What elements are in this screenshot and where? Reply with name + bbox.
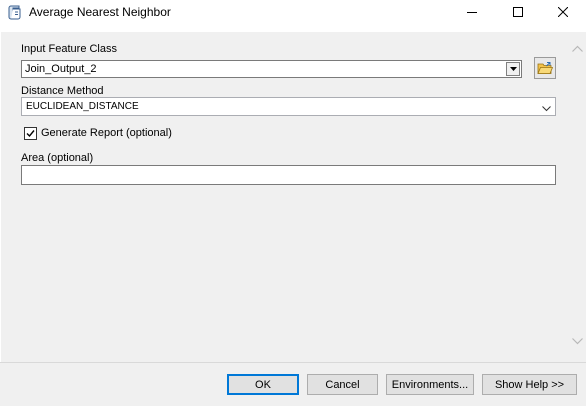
browse-button[interactable] <box>534 57 556 79</box>
generate-report-checkbox[interactable] <box>24 126 37 140</box>
environments-button[interactable]: Environments... <box>386 374 474 395</box>
close-icon <box>558 7 568 17</box>
show-help-button[interactable]: Show Help >> <box>482 374 577 395</box>
scroll-down-icon[interactable] <box>572 334 583 348</box>
checkmark-icon <box>26 129 35 137</box>
minimize-button[interactable] <box>449 0 495 24</box>
scroll-up-icon[interactable] <box>572 42 583 56</box>
close-button[interactable] <box>540 0 586 24</box>
area-input[interactable] <box>21 165 556 185</box>
generate-report-row[interactable]: Generate Report (optional) <box>24 125 172 141</box>
generate-report-label: Generate Report (optional) <box>41 127 172 139</box>
cancel-button[interactable]: Cancel <box>307 374 378 395</box>
input-feature-class-combo[interactable]: Join_Output_2 <box>21 60 522 78</box>
chevron-down-icon <box>542 102 551 116</box>
script-tool-icon <box>7 4 23 20</box>
open-folder-icon <box>537 62 553 74</box>
input-feature-class-value: Join_Output_2 <box>25 63 97 75</box>
dropdown-arrow-icon[interactable] <box>506 62 520 76</box>
distance-method-label: Distance Method <box>21 85 104 97</box>
parameters-panel <box>1 32 569 362</box>
distance-method-value: EUCLIDEAN_DISTANCE <box>26 101 139 112</box>
minimize-icon <box>467 12 477 13</box>
vertical-scrollbar[interactable] <box>569 32 586 362</box>
title-bar: Average Nearest Neighbor <box>0 0 586 24</box>
input-feature-class-label: Input Feature Class <box>21 43 117 55</box>
distance-method-select[interactable]: EUCLIDEAN_DISTANCE <box>21 97 556 116</box>
area-label: Area (optional) <box>21 152 94 164</box>
maximize-button[interactable] <box>495 0 541 24</box>
ok-button[interactable]: OK <box>227 374 299 395</box>
window-title: Average Nearest Neighbor <box>29 5 171 19</box>
maximize-icon <box>513 7 523 17</box>
